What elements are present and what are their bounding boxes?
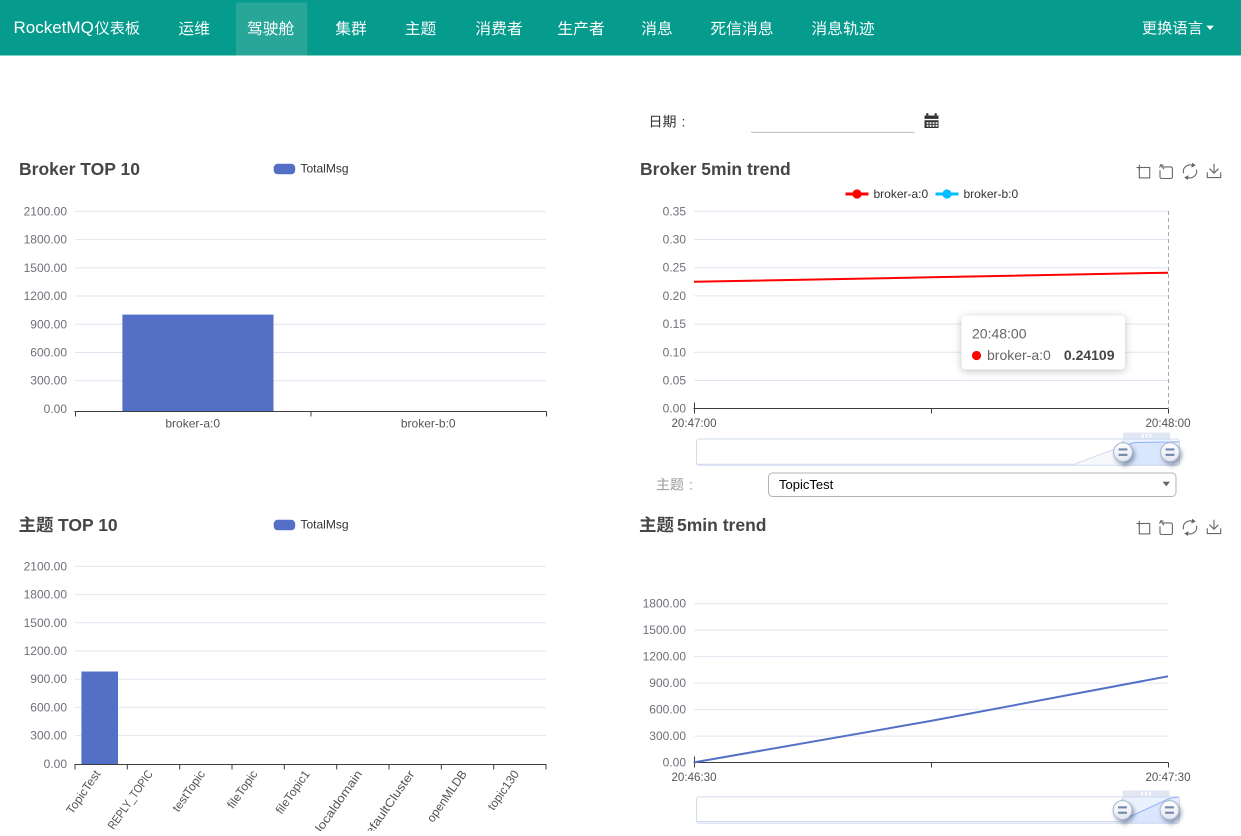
- svg-text::: :: [682, 114, 686, 130]
- svg-text:broker-b:0: broker-b:0: [964, 187, 1019, 201]
- svg-text:1800.00: 1800.00: [24, 233, 68, 247]
- svg-text:1800.00: 1800.00: [643, 597, 687, 611]
- svg-text:600.00: 600.00: [30, 700, 67, 714]
- svg-text:300.00: 300.00: [649, 729, 686, 743]
- svg-text:1500.00: 1500.00: [24, 616, 68, 630]
- svg-text:TotalMsg: TotalMsg: [301, 162, 349, 176]
- svg-text:TopicTest: TopicTest: [779, 477, 834, 492]
- svg-text:2100.00: 2100.00: [24, 559, 68, 573]
- svg-text:broker-a:0: broker-a:0: [987, 347, 1051, 363]
- svg-text:broker-b:0: broker-b:0: [401, 417, 456, 431]
- svg-text:20:48:00: 20:48:00: [1146, 416, 1191, 430]
- svg-text:1200.00: 1200.00: [24, 289, 68, 303]
- svg-text:20:47:00: 20:47:00: [672, 416, 717, 430]
- svg-text:0.35: 0.35: [663, 204, 687, 218]
- svg-text:1800.00: 1800.00: [24, 588, 68, 602]
- svg-text:1200.00: 1200.00: [24, 644, 68, 658]
- svg-text:1500.00: 1500.00: [24, 261, 68, 275]
- svg-text:20:46:30: 20:46:30: [672, 770, 717, 784]
- svg-text:2100.00: 2100.00: [24, 204, 68, 218]
- svg-text:900.00: 900.00: [30, 317, 67, 331]
- svg-text:testTopic: testTopic: [169, 768, 208, 815]
- svg-text:0.30: 0.30: [663, 233, 687, 247]
- svg-text:fileTopic: fileTopic: [224, 768, 260, 812]
- svg-text:0.15: 0.15: [663, 317, 687, 331]
- svg-text:900.00: 900.00: [649, 676, 686, 690]
- svg-text:broker-a:0: broker-a:0: [165, 417, 220, 431]
- svg-text:20:48:00: 20:48:00: [972, 326, 1027, 342]
- svg-text:0.20: 0.20: [663, 289, 687, 303]
- svg-text:RocketMQ: RocketMQ: [14, 18, 94, 37]
- svg-text:fileTopic1: fileTopic1: [273, 767, 313, 816]
- svg-text:1200.00: 1200.00: [643, 650, 687, 664]
- svg-text:TOP 10: TOP 10: [58, 515, 118, 535]
- svg-text:5min trend: 5min trend: [677, 515, 766, 535]
- svg-text:TopicTest: TopicTest: [63, 767, 104, 817]
- svg-text:broker-a:0: broker-a:0: [874, 187, 929, 201]
- svg-text:openMLDB: openMLDB: [424, 768, 470, 825]
- svg-text:20:47:30: 20:47:30: [1146, 770, 1191, 784]
- svg-text:600.00: 600.00: [30, 346, 67, 360]
- svg-text:0.25: 0.25: [663, 261, 687, 275]
- svg-text:Broker 5min trend: Broker 5min trend: [640, 159, 791, 179]
- svg-text:1500.00: 1500.00: [643, 623, 687, 637]
- svg-text:0.00: 0.00: [663, 756, 687, 770]
- svg-text:900.00: 900.00: [30, 672, 67, 686]
- svg-text:0.00: 0.00: [44, 757, 68, 771]
- svg-text:Broker TOP 10: Broker TOP 10: [19, 159, 140, 179]
- svg-text:DefaultCluster: DefaultCluster: [357, 768, 418, 831]
- svg-text:0.00: 0.00: [663, 402, 687, 416]
- svg-text:0.24109: 0.24109: [1064, 347, 1115, 363]
- svg-text:600.00: 600.00: [649, 703, 686, 717]
- svg-text:0.05: 0.05: [663, 374, 687, 388]
- svg-text:topic130: topic130: [485, 767, 523, 812]
- svg-text:0.10: 0.10: [663, 345, 687, 359]
- svg-text:300.00: 300.00: [30, 374, 67, 388]
- svg-text:0.00: 0.00: [44, 402, 68, 416]
- svg-text::: :: [689, 477, 693, 493]
- svg-text:TotalMsg: TotalMsg: [301, 518, 349, 532]
- svg-text:300.00: 300.00: [30, 729, 67, 743]
